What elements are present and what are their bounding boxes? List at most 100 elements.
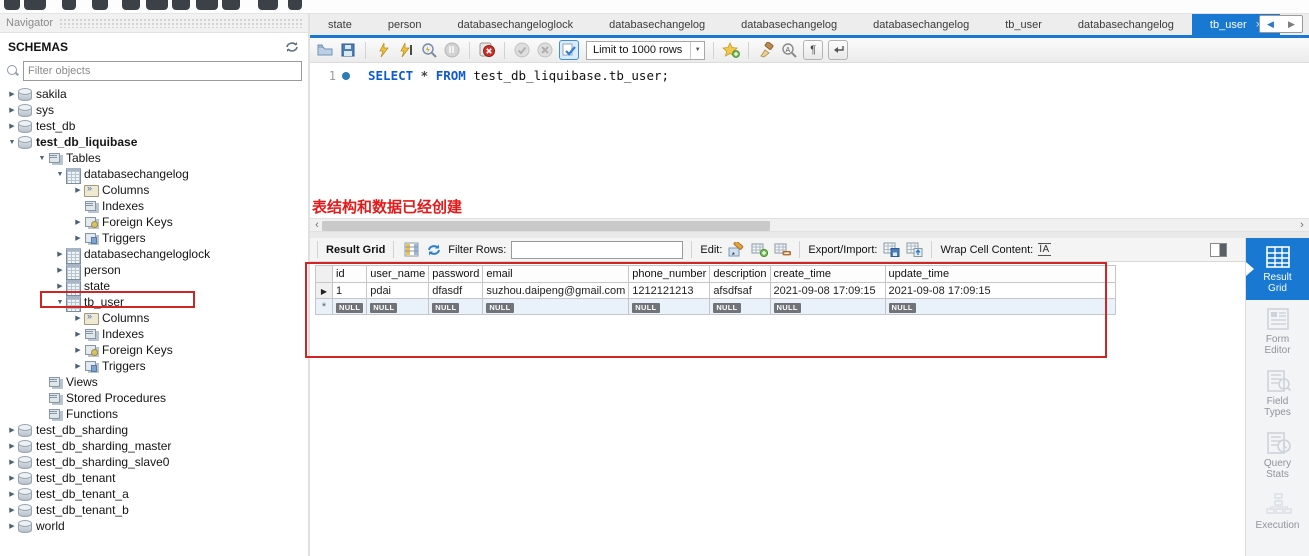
expand-arrow-icon[interactable]: ▶: [72, 218, 84, 226]
view-form-editor[interactable]: Form Editor: [1246, 300, 1309, 362]
tree-item-test-db[interactable]: ▶ test_db: [0, 118, 308, 134]
collapse-arrow-icon[interactable]: ▼: [36, 155, 48, 162]
column-header-phone-number[interactable]: phone_number: [628, 265, 711, 283]
expand-arrow-icon[interactable]: ▶: [6, 90, 18, 98]
beautify-icon[interactable]: [757, 41, 775, 59]
grid-data-row[interactable]: ▶ 1 pdai dfasdf suzhou.daipeng@gmail.com…: [315, 282, 1116, 299]
toggle-autocommit-icon[interactable]: [559, 40, 579, 60]
toggle-wrap-icon[interactable]: [828, 40, 849, 60]
column-header-create-time[interactable]: create_time: [769, 265, 886, 283]
tree-item-databasechangeloglock[interactable]: ▶ databasechangeloglock: [0, 246, 308, 264]
export-grid-icon[interactable]: [882, 241, 900, 259]
tree-item-test-db-liquibase[interactable]: ▼ test_db_liquibase: [0, 134, 308, 150]
toolbar-icon[interactable]: [172, 0, 190, 10]
grid-cell[interactable]: NULL: [331, 298, 368, 315]
expand-arrow-icon[interactable]: ▶: [72, 234, 84, 242]
view-execution-plan[interactable]: Execution: [1246, 486, 1309, 537]
rollback-icon[interactable]: [536, 41, 554, 59]
commit-icon[interactable]: [513, 41, 531, 59]
toolbar-icon[interactable]: [92, 0, 108, 10]
grid-cell[interactable]: NULL: [769, 298, 886, 315]
tree-item-columns[interactable]: ▶ Columns: [0, 310, 308, 326]
tree-item-databasechangelog[interactable]: ▼ databasechangelog: [0, 166, 308, 184]
expand-arrow-icon[interactable]: ▶: [6, 490, 18, 498]
tree-item-test-db-sharding[interactable]: ▶ test_db_sharding: [0, 422, 308, 438]
scrollbar-thumb[interactable]: [322, 221, 770, 231]
tree-item-indexes[interactable]: ▶ Indexes: [0, 326, 308, 342]
tree-item-test-db-sharding-master[interactable]: ▶ test_db_sharding_master: [0, 438, 308, 454]
toolbar-icon[interactable]: [146, 0, 168, 10]
tree-item-functions[interactable]: ▶Functions: [0, 406, 308, 422]
grid-cell[interactable]: suzhou.daipeng@gmail.com: [482, 282, 630, 299]
collapse-arrow-icon[interactable]: ▼: [54, 171, 66, 178]
import-grid-icon[interactable]: [905, 241, 923, 259]
tree-item-test-db-tenant-b[interactable]: ▶ test_db_tenant_b: [0, 502, 308, 518]
grid-cell[interactable]: NULL: [428, 298, 484, 315]
tab-databasechangelog[interactable]: databasechangelog: [855, 14, 987, 35]
column-header-email[interactable]: email: [482, 265, 630, 283]
grid-cell[interactable]: NULL: [884, 298, 1116, 315]
grid-cell[interactable]: NULL: [709, 298, 771, 315]
tab-person[interactable]: person: [370, 14, 440, 35]
grid-cell[interactable]: 1: [331, 282, 368, 299]
execute-icon[interactable]: [374, 41, 392, 59]
row-selector[interactable]: ▶: [315, 282, 333, 299]
grid-cell[interactable]: 1212121213: [628, 282, 711, 299]
grid-cell[interactable]: 2021-09-08 17:09:15: [769, 282, 886, 299]
refresh-icon[interactable]: [284, 40, 300, 54]
tab-databasechangelog[interactable]: databasechangelog: [723, 14, 855, 35]
explain-icon[interactable]: [420, 41, 438, 59]
toggle-stop-on-error-icon[interactable]: [478, 41, 496, 59]
grid-cell[interactable]: NULL: [628, 298, 711, 315]
tree-item-triggers[interactable]: ▶ Triggers: [0, 230, 308, 246]
grid-corner-cell[interactable]: [315, 265, 333, 283]
panel-toggle-icon[interactable]: [1210, 242, 1227, 257]
stop-icon[interactable]: [443, 41, 461, 59]
delete-row-icon[interactable]: [773, 241, 791, 259]
toolbar-icon[interactable]: [122, 0, 140, 10]
grid-cell[interactable]: dfasdf: [428, 282, 484, 299]
view-field-types[interactable]: Field Types: [1246, 362, 1309, 424]
expand-arrow-icon[interactable]: ▶: [6, 474, 18, 482]
open-file-icon[interactable]: [316, 41, 334, 59]
tab-state[interactable]: state: [310, 14, 370, 35]
column-header-id[interactable]: id: [331, 265, 368, 283]
wrap-cell-icon[interactable]: ĪA: [1038, 243, 1051, 256]
add-row-icon[interactable]: [750, 241, 768, 259]
tab-scroll-left-icon[interactable]: ◀: [1267, 19, 1274, 30]
expand-arrow-icon[interactable]: ▶: [6, 522, 18, 530]
toolbar-icon[interactable]: [222, 0, 240, 10]
tab-tb-user[interactable]: tb_user: [987, 14, 1060, 35]
expand-arrow-icon[interactable]: ▶: [54, 282, 66, 290]
tab-databasechangeloglock[interactable]: databasechangeloglock: [440, 14, 592, 35]
toolbar-icon[interactable]: [62, 0, 76, 10]
save-snippet-icon[interactable]: [722, 41, 741, 59]
grid-cell[interactable]: 2021-09-08 17:09:15: [884, 282, 1116, 299]
sql-statement[interactable]: SELECT * FROM test_db_liquibase.tb_user;: [368, 68, 669, 83]
expand-arrow-icon[interactable]: ▶: [6, 106, 18, 114]
toolbar-icon[interactable]: [24, 0, 46, 10]
edit-pencil-icon[interactable]: [727, 241, 745, 259]
view-query-stats[interactable]: Query Stats: [1246, 424, 1309, 486]
expand-arrow-icon[interactable]: ▶: [72, 330, 84, 338]
grid-cell[interactable]: afsdfsaf: [709, 282, 771, 299]
tab-databasechangelog[interactable]: databasechangelog: [1060, 14, 1192, 35]
tree-item-views[interactable]: ▶Views: [0, 374, 308, 390]
row-selector[interactable]: *: [315, 298, 333, 315]
execute-current-statement-icon[interactable]: [397, 41, 415, 59]
tree-item-test-db-tenant[interactable]: ▶ test_db_tenant: [0, 470, 308, 486]
grid-columns-icon[interactable]: [402, 241, 420, 259]
tree-item-triggers[interactable]: ▶ Triggers: [0, 358, 308, 374]
limit-rows-dropdown[interactable]: Limit to 1000 rows ▼: [586, 40, 706, 60]
sql-code-line[interactable]: 1 SELECT * FROM test_db_liquibase.tb_use…: [310, 68, 669, 83]
tree-item-stored-procedures[interactable]: ▶Stored Procedures: [0, 390, 308, 406]
expand-arrow-icon[interactable]: ▶: [6, 506, 18, 514]
tree-item-tables[interactable]: ▼ Tables: [0, 150, 308, 166]
toolbar-icon[interactable]: [258, 0, 278, 10]
chevron-down-icon[interactable]: ▼: [690, 41, 704, 59]
toolbar-icon[interactable]: [288, 0, 302, 10]
tree-item-world[interactable]: ▶ world: [0, 518, 308, 534]
tree-item-foreign-keys[interactable]: ▶ Foreign Keys: [0, 342, 308, 358]
tab-databasechangelog[interactable]: databasechangelog: [591, 14, 723, 35]
expand-arrow-icon[interactable]: ▶: [72, 314, 84, 322]
